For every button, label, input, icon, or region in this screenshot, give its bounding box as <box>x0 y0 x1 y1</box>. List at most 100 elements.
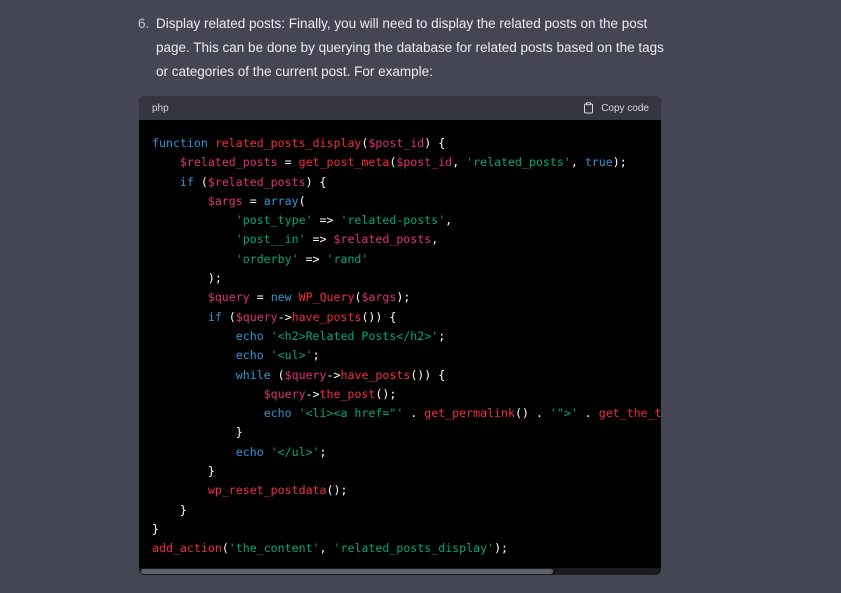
code-token: } <box>152 521 159 536</box>
code-line: if ($related_posts) { <box>152 173 661 192</box>
copy-code-button[interactable]: Copy code <box>583 102 649 114</box>
code-token: ; <box>312 348 320 363</box>
code-token: echo <box>235 348 264 363</box>
code-line: if ($query->have_posts()) { <box>152 308 661 327</box>
code-token: echo <box>235 328 264 343</box>
code-token: '<li><a href="' <box>298 406 404 421</box>
code-token: '">' <box>549 406 578 421</box>
code-token: 'post__in' <box>235 232 306 247</box>
code-token: , <box>445 213 453 228</box>
code-token: 'related-posts' <box>340 213 446 228</box>
code-line: $related_posts = get_post_meta($post_id,… <box>152 153 661 172</box>
code-token: , <box>319 541 334 556</box>
code-token: 'post_type' <box>235 213 313 228</box>
code-token: => <box>312 213 341 228</box>
code-token: 'the_content' <box>228 541 320 556</box>
step-number: 6. <box>138 16 150 31</box>
code-line: echo '<li><a href="' . get_permalink() .… <box>152 404 661 423</box>
code-token: $query <box>207 290 250 305</box>
clipboard-icon <box>584 102 594 114</box>
code-token: ); <box>612 155 627 170</box>
code-token: ); <box>396 290 411 305</box>
code-token: = <box>242 193 264 208</box>
code-line: echo '<h2>Related Posts</h2>'; <box>152 327 661 346</box>
code-token: have_posts <box>340 367 411 382</box>
code-token: $query <box>263 386 306 401</box>
code-token: ()) { <box>410 367 446 382</box>
code-token: if <box>207 309 222 324</box>
code-line: add_action('the_content', 'related_posts… <box>152 539 661 558</box>
code-token: wp_reset_postdata <box>207 483 327 498</box>
code-block: php Copy code function related_posts_dis… <box>139 96 661 575</box>
code-line: 'orderby' => 'rand' <box>152 250 661 269</box>
code-token: ( <box>221 541 229 556</box>
code-token: get_the_title <box>598 406 661 421</box>
code-line: } <box>152 423 661 442</box>
code-token: . <box>577 406 599 421</box>
code-token: echo <box>263 406 292 421</box>
code-line: 'post__in' => $related_posts, <box>152 230 661 249</box>
code-token: -> <box>326 367 341 382</box>
code-token: $post_id <box>368 136 425 150</box>
copy-code-label: Copy code <box>601 102 649 114</box>
code-content[interactable]: function related_posts_display ($post_id)… <box>152 134 661 564</box>
code-token: 'rand' <box>326 251 369 266</box>
code-token: ; <box>319 444 327 459</box>
code-token: 'related_posts_display' <box>333 541 495 556</box>
code-token: $args <box>361 290 397 305</box>
code-line: $query = new WP_Query($args); <box>152 288 661 307</box>
code-header: php Copy code <box>139 96 661 120</box>
list-item-step-6: 6. Display related posts: Finally, you w… <box>138 12 678 84</box>
code-token: = <box>277 155 299 170</box>
code-token: $related_posts <box>207 174 306 189</box>
code-token: while <box>235 367 271 382</box>
horizontal-scrollbar[interactable] <box>139 568 661 575</box>
code-line: wp_reset_postdata(); <box>152 481 661 500</box>
code-line: $args = array( <box>152 192 661 211</box>
code-token: ( <box>298 193 306 208</box>
code-token: , <box>431 232 439 247</box>
code-token: $query <box>235 309 278 324</box>
code-token: $related_posts <box>179 155 278 170</box>
code-token: true <box>584 155 613 170</box>
code-line: } <box>152 462 661 481</box>
code-token: , <box>452 155 467 170</box>
code-token: echo <box>235 444 264 459</box>
code-token: -> <box>277 309 292 324</box>
code-token: ( <box>221 309 236 324</box>
code-token: add_action <box>152 541 222 556</box>
code-token: get_permalink <box>424 406 515 421</box>
code-line: echo '</ul>'; <box>152 443 661 462</box>
code-token: $query <box>284 367 327 382</box>
code-token: -> <box>305 386 320 401</box>
code-token: ); <box>494 541 509 556</box>
code-token: related_posts_display <box>214 136 362 150</box>
code-line: 'post_type' => 'related-posts', <box>152 211 661 230</box>
code-text: function related_posts_display ($post_id)… <box>152 134 661 559</box>
code-token: 'related_posts' <box>466 155 571 170</box>
code-line: while ($query->have_posts()) { <box>152 366 661 385</box>
code-line: echo '<ul>'; <box>152 346 661 365</box>
code-token: ( <box>270 367 285 382</box>
code-token: ()) { <box>361 309 397 324</box>
code-token: $related_posts <box>333 232 432 247</box>
code-token: } <box>152 425 243 440</box>
code-token: (); <box>326 483 348 498</box>
code-token: = <box>249 290 271 305</box>
scrollbar-thumb[interactable] <box>141 569 553 574</box>
